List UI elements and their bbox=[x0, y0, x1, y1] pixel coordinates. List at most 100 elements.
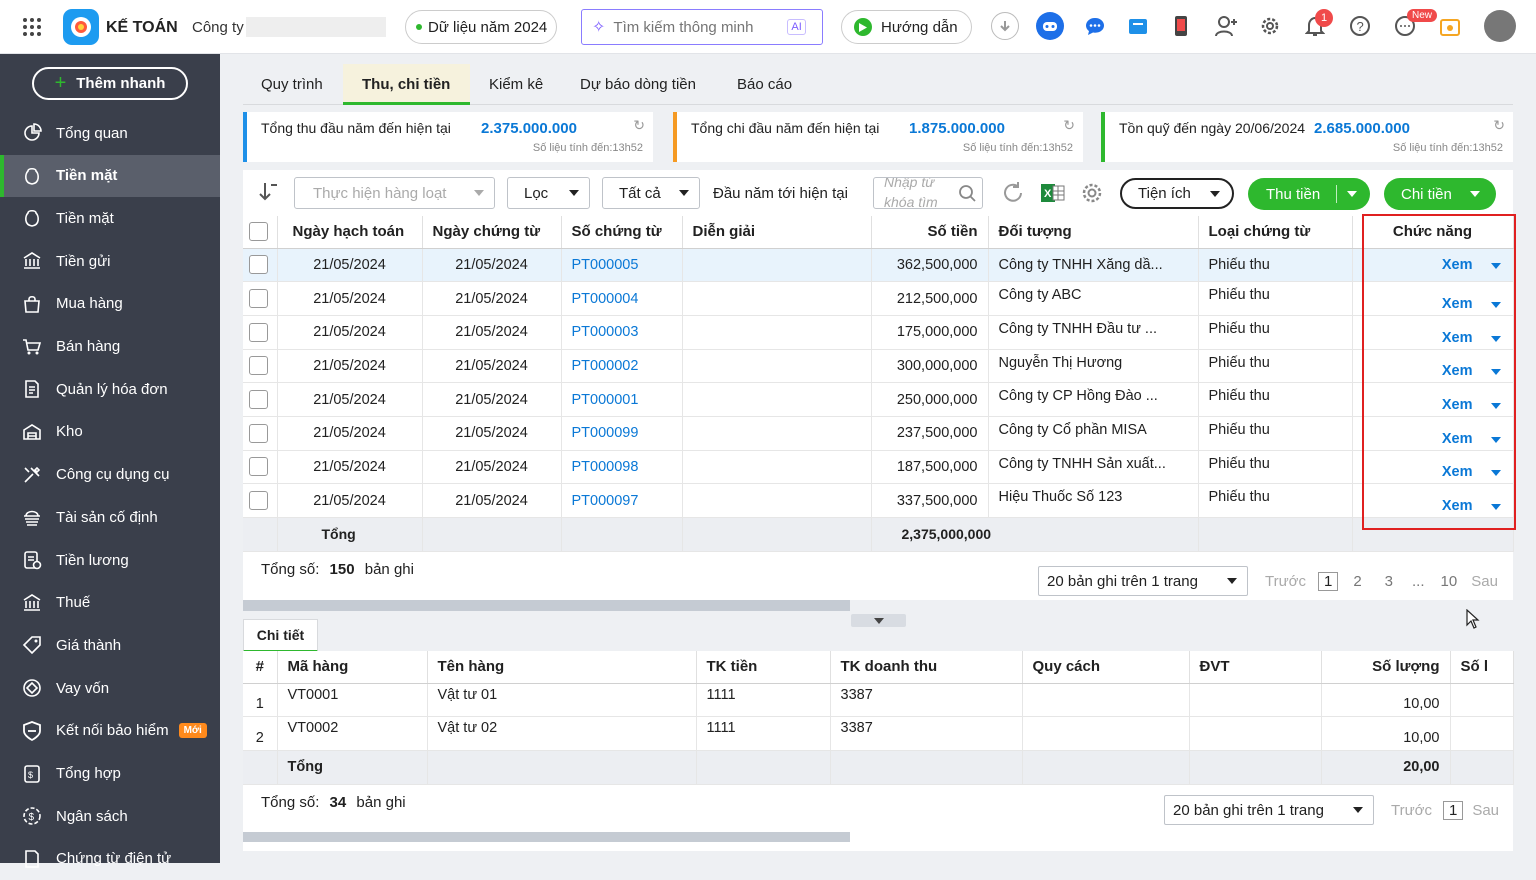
sidebar-item-5[interactable]: Bán hàng bbox=[0, 326, 220, 368]
row-checkbox[interactable] bbox=[249, 491, 268, 511]
sidebar-item-13[interactable]: Vay vốn bbox=[0, 667, 220, 709]
sidebar-item-16[interactable]: $ Ngân sách bbox=[0, 795, 220, 837]
sidebar-item-6[interactable]: Quản lý hóa đơn bbox=[0, 368, 220, 410]
sidebar-item-17[interactable]: Chứng từ điện tử bbox=[0, 838, 220, 880]
search-icon[interactable] bbox=[958, 184, 976, 205]
grid-settings-gear-icon[interactable] bbox=[1080, 181, 1104, 208]
col-revenue-account[interactable]: TK doanh thu bbox=[830, 651, 1023, 684]
table-row[interactable]: 21/05/2024 21/05/2024 PT000002 300,000,000 N… bbox=[243, 349, 1514, 384]
chat-icon[interactable] bbox=[1081, 12, 1109, 40]
tab-thu-chi-tien[interactable]: Thu, chi tiền bbox=[362, 76, 450, 93]
refresh-icon[interactable]: ↻ bbox=[633, 117, 645, 134]
col-unit[interactable]: ĐVT bbox=[1189, 651, 1322, 684]
chevron-down-icon[interactable] bbox=[1470, 191, 1480, 197]
detail-page-1[interactable]: 1 bbox=[1442, 801, 1464, 820]
col-amount[interactable]: Số tiền bbox=[871, 216, 989, 249]
col-post-date[interactable]: Ngày hạch toán bbox=[277, 216, 423, 249]
sidebar-item-1[interactable]: Tiền mặt bbox=[0, 154, 220, 197]
status-dropdown[interactable]: Tất cả bbox=[602, 177, 700, 209]
row-checkbox[interactable] bbox=[249, 322, 268, 342]
keyword-search[interactable]: Nhập từ khóa tìm kiếm bbox=[873, 177, 983, 209]
col-description[interactable]: Diễn giải bbox=[682, 216, 872, 249]
chevron-down-icon[interactable] bbox=[1347, 191, 1357, 197]
page-3[interactable]: 3 bbox=[1385, 573, 1393, 590]
doc-no-link[interactable]: PT000005 bbox=[572, 257, 639, 273]
table-row[interactable]: 21/05/2024 21/05/2024 PT000003 175,000,000 C… bbox=[243, 315, 1514, 350]
refresh-icon[interactable] bbox=[1001, 181, 1025, 208]
detail-prev-page[interactable]: Trước bbox=[1391, 802, 1432, 819]
table-row[interactable]: 21/05/2024 21/05/2024 PT000099 237,500,000 C… bbox=[243, 416, 1514, 451]
col-doc-type[interactable]: Loại chứng từ bbox=[1198, 216, 1353, 249]
row-checkbox[interactable] bbox=[249, 423, 268, 443]
store-icon[interactable] bbox=[1124, 12, 1152, 40]
tab-kiem-ke[interactable]: Kiểm kê bbox=[489, 76, 543, 93]
page-size-dropdown[interactable]: 20 bản ghi trên 1 trang bbox=[1038, 566, 1248, 596]
sidebar-item-15[interactable]: $ Tổng hợp bbox=[0, 753, 220, 795]
receive-money-button[interactable]: Thu tiền bbox=[1248, 178, 1370, 210]
ai-badge[interactable]: AI bbox=[787, 19, 806, 35]
smart-search-input[interactable] bbox=[613, 18, 784, 36]
col-doc-date[interactable]: Ngày chứng từ bbox=[422, 216, 562, 249]
download-icon[interactable] bbox=[991, 12, 1019, 40]
horizontal-scrollbar[interactable] bbox=[243, 600, 850, 611]
select-all-checkbox[interactable] bbox=[249, 222, 268, 242]
table-row[interactable]: 21/05/2024 21/05/2024 PT000097 337,500,000 H… bbox=[243, 483, 1514, 518]
col-cash-account[interactable]: TK tiền bbox=[696, 651, 831, 684]
sidebar-item-11[interactable]: Thuế bbox=[0, 582, 220, 624]
pay-money-button[interactable]: Chi tiền bbox=[1384, 178, 1496, 210]
table-row[interactable]: 21/05/2024 21/05/2024 PT000005 362,500,000 C… bbox=[243, 248, 1514, 283]
detail-row[interactable]: 2 VT0002 Vật tư 02 1111 3387 10,00 bbox=[243, 716, 1514, 751]
sidebar-item-7[interactable]: Kho bbox=[0, 411, 220, 453]
table-row[interactable]: 21/05/2024 21/05/2024 PT000001 250,000,000 C… bbox=[243, 382, 1514, 417]
col-doc-no[interactable]: Số chứng từ bbox=[561, 216, 683, 249]
row-checkbox[interactable] bbox=[249, 457, 268, 477]
table-row[interactable]: 21/05/2024 21/05/2024 PT000004 212,500,000 C… bbox=[243, 281, 1514, 316]
refresh-icon[interactable]: ↻ bbox=[1063, 117, 1075, 134]
doc-no-link[interactable]: PT000097 bbox=[572, 493, 639, 509]
doc-no-link[interactable]: PT000002 bbox=[572, 358, 639, 374]
row-checkbox[interactable] bbox=[249, 356, 268, 376]
batch-action-dropdown[interactable]: Thực hiện hàng loạt bbox=[294, 177, 495, 209]
row-checkbox[interactable] bbox=[249, 390, 268, 410]
sidebar-item-4[interactable]: Mua hàng bbox=[0, 283, 220, 325]
sidebar-item-0[interactable]: Tổng quan bbox=[0, 112, 220, 154]
tab-bao-cao[interactable]: Báo cáo bbox=[737, 76, 792, 93]
help-icon[interactable]: ? bbox=[1346, 12, 1374, 40]
detail-page-size-dropdown[interactable]: 20 bản ghi trên 1 trang bbox=[1164, 795, 1374, 825]
sidebar-item-9[interactable]: Tài sản cố định bbox=[0, 496, 220, 538]
settings-gear-icon[interactable] bbox=[1256, 12, 1284, 40]
doc-no-link[interactable]: PT000001 bbox=[572, 392, 639, 408]
next-page[interactable]: Sau bbox=[1471, 573, 1498, 590]
sidebar-item-10[interactable]: Tiền lương bbox=[0, 539, 220, 581]
mobile-app-icon[interactable] bbox=[1167, 12, 1195, 40]
doc-no-link[interactable]: PT000004 bbox=[572, 291, 639, 307]
col-item-code[interactable]: Mã hàng bbox=[277, 651, 428, 684]
detail-horizontal-scrollbar[interactable] bbox=[243, 832, 850, 842]
page-2[interactable]: 2 bbox=[1353, 573, 1361, 590]
sidebar-item-12[interactable]: Giá thành bbox=[0, 624, 220, 666]
doc-no-link[interactable]: PT000099 bbox=[572, 425, 639, 441]
sidebar-item-2[interactable]: Tiền mặt bbox=[0, 197, 220, 239]
splitter-toggle[interactable] bbox=[851, 614, 906, 627]
col-more[interactable]: Số l bbox=[1450, 651, 1514, 684]
user-avatar[interactable] bbox=[1484, 10, 1516, 42]
add-user-icon[interactable] bbox=[1212, 12, 1240, 40]
sidebar-item-3[interactable]: Tiền gửi bbox=[0, 240, 220, 282]
quick-add-button[interactable]: + Thêm nhanh bbox=[32, 67, 188, 100]
doc-no-link[interactable]: PT000003 bbox=[572, 324, 639, 340]
col-quantity[interactable]: Số lượng bbox=[1321, 651, 1451, 684]
sidebar-item-8[interactable]: Công cụ dụng cụ bbox=[0, 454, 220, 496]
filter-dropdown[interactable]: Lọc bbox=[507, 177, 590, 209]
tab-detail[interactable]: Chi tiết bbox=[243, 619, 318, 652]
tab-quy-trinh[interactable]: Quy trình bbox=[261, 76, 323, 93]
collapse-arrow-icon[interactable] bbox=[257, 181, 279, 206]
table-row[interactable]: 21/05/2024 21/05/2024 PT000098 187,500,000 C… bbox=[243, 450, 1514, 485]
app-grid-icon[interactable] bbox=[22, 17, 42, 37]
row-checkbox[interactable] bbox=[249, 255, 268, 275]
sidebar-item-14[interactable]: Kết nối bảo hiểm Mới bbox=[0, 710, 220, 752]
smart-search[interactable]: ✧ AI bbox=[581, 9, 823, 45]
period-label[interactable]: Đầu năm tới hiện tại bbox=[713, 185, 848, 202]
prev-page[interactable]: Trước bbox=[1265, 573, 1306, 590]
col-item-name[interactable]: Tên hàng bbox=[427, 651, 697, 684]
detail-next-page[interactable]: Sau bbox=[1472, 802, 1499, 819]
